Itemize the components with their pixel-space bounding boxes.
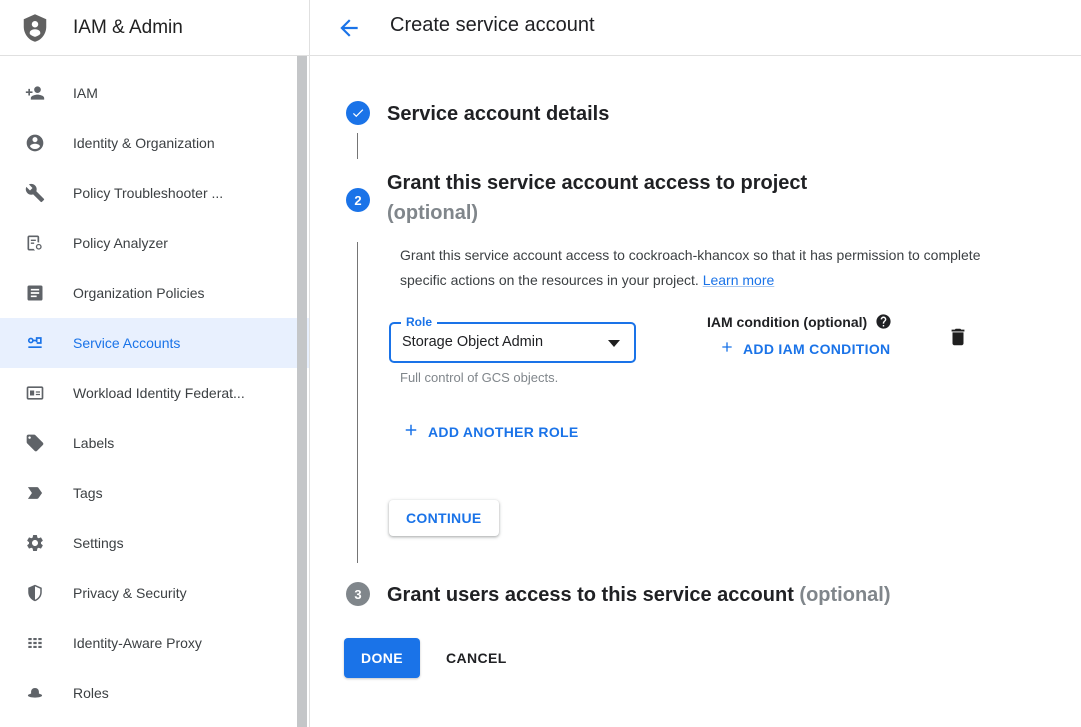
create-service-account-page: IAM & Admin Create service account IAM I…	[0, 0, 1081, 727]
sidebar-item-organization-policies[interactable]: Organization Policies	[0, 268, 309, 318]
service-account-key-icon	[25, 333, 45, 353]
add-another-role-label: ADD ANOTHER ROLE	[428, 424, 579, 440]
sidebar-item-label: Settings	[73, 535, 124, 551]
step2-optional-label: (optional)	[387, 202, 478, 224]
account-circle-icon	[25, 133, 45, 153]
policy-analyzer-icon	[25, 233, 45, 253]
step3-title-text: Grant users access to this service accou…	[387, 584, 794, 606]
plus-icon	[402, 421, 420, 442]
sidebar-item-settings[interactable]: Settings	[0, 518, 309, 568]
sidebar-item-label: Privacy & Security	[73, 585, 187, 601]
role-selected-value: Storage Object Admin	[402, 324, 543, 361]
sidebar-item-label: Identity & Organization	[73, 135, 215, 151]
step2-description: Grant this service account access to coc…	[400, 243, 990, 293]
done-button[interactable]: DONE	[344, 638, 420, 678]
chevron-down-icon	[608, 340, 620, 347]
stepper-connector-line	[357, 242, 358, 563]
article-icon	[25, 283, 45, 303]
sidebar-item-labels[interactable]: Labels	[0, 418, 309, 468]
sidebar-item-service-accounts[interactable]: Service Accounts	[0, 318, 309, 368]
back-arrow-button[interactable]	[336, 15, 362, 41]
sidebar-item-iam[interactable]: IAM	[0, 68, 309, 118]
iam-shield-logo-icon	[20, 11, 50, 45]
trash-icon	[947, 336, 969, 351]
card-icon	[25, 383, 45, 403]
step3-optional-label: (optional)	[799, 584, 890, 606]
page-title: Create service account	[390, 14, 595, 37]
sidebar-item-tags[interactable]: Tags	[0, 468, 309, 518]
sidebar-item-policy-troubleshooter[interactable]: Policy Troubleshooter ...	[0, 168, 309, 218]
delete-role-button[interactable]	[946, 326, 970, 350]
sidebar-item-privacy-security[interactable]: Privacy & Security	[0, 568, 309, 618]
sidebar-item-label: Policy Troubleshooter ...	[73, 185, 223, 201]
iam-condition-header: IAM condition (optional)	[707, 313, 892, 330]
step3-title: Grant users access to this service accou…	[387, 580, 891, 610]
sidebar-item-label: Service Accounts	[73, 335, 180, 351]
tag-arrow-icon	[25, 483, 45, 503]
cancel-button[interactable]: CANCEL	[438, 644, 515, 672]
sidebar-item-identity-organization[interactable]: Identity & Organization	[0, 118, 309, 168]
label-tag-icon	[25, 433, 45, 453]
gear-icon	[25, 533, 45, 553]
learn-more-link[interactable]: Learn more	[703, 272, 775, 288]
step2-title-text: Grant this service account access to pro…	[387, 172, 807, 194]
wrench-icon	[25, 183, 45, 203]
sidebar-item-label: Workload Identity Federat...	[73, 385, 245, 401]
top-bar: IAM & Admin Create service account	[0, 0, 1081, 56]
sidebar-item-roles[interactable]: Roles	[0, 668, 309, 718]
sidebar-item-label: Identity-Aware Proxy	[73, 635, 202, 651]
stepper-connector-line	[357, 133, 358, 159]
sidebar-scrollbar[interactable]	[297, 56, 307, 727]
step1-completed-check-icon	[346, 101, 370, 125]
add-another-role-button[interactable]: ADD ANOTHER ROLE	[402, 421, 579, 442]
hat-icon	[25, 683, 45, 703]
sidebar-item-label: Organization Policies	[73, 285, 205, 301]
product-title: IAM & Admin	[73, 17, 183, 39]
sidebar-item-label: Labels	[73, 435, 114, 451]
iam-condition-label: IAM condition (optional)	[707, 314, 867, 330]
proxy-icon	[25, 633, 45, 653]
role-helper-text: Full control of GCS objects.	[400, 370, 558, 385]
back-arrow-icon	[336, 29, 362, 44]
sidebar-item-label: Policy Analyzer	[73, 235, 168, 251]
product-header: IAM & Admin	[0, 0, 310, 55]
role-select[interactable]: Role Storage Object Admin	[389, 322, 636, 363]
step1-title: Service account details	[387, 99, 609, 129]
help-icon[interactable]	[875, 313, 892, 330]
add-iam-condition-button[interactable]: ADD IAM CONDITION	[719, 339, 890, 358]
sidebar-nav: IAM Identity & Organization Policy Troub…	[0, 56, 310, 727]
person-add-icon	[25, 83, 45, 103]
step3-number-badge: 3	[346, 582, 370, 606]
sidebar-item-identity-aware-proxy[interactable]: Identity-Aware Proxy	[0, 618, 309, 668]
step2-description-text: Grant this service account access to coc…	[400, 247, 981, 288]
continue-button[interactable]: CONTINUE	[389, 500, 499, 536]
sidebar-item-workload-identity-federation[interactable]: Workload Identity Federat...	[0, 368, 309, 418]
plus-icon	[719, 339, 735, 358]
sidebar-item-policy-analyzer[interactable]: Policy Analyzer	[0, 218, 309, 268]
sidebar-item-label: Tags	[73, 485, 103, 501]
step2-number-badge: 2	[346, 188, 370, 212]
sidebar-item-label: Roles	[73, 685, 109, 701]
sidebar-item-label: IAM	[73, 85, 98, 101]
add-iam-condition-label: ADD IAM CONDITION	[743, 341, 890, 357]
step2-title: Grant this service account access to pro…	[387, 168, 807, 228]
shield-half-icon	[25, 583, 45, 603]
